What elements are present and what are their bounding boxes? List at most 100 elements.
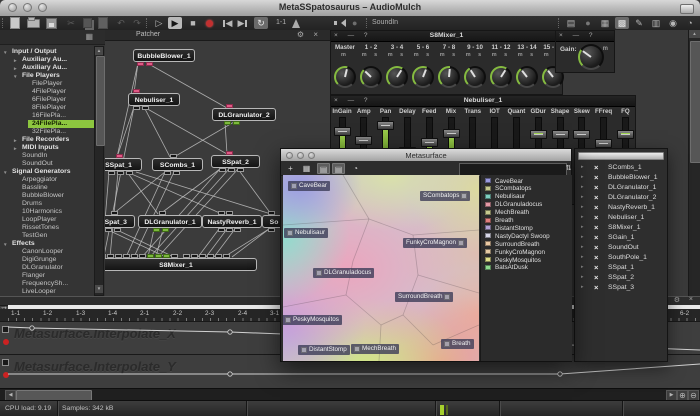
remove-icon[interactable]: ×	[594, 273, 598, 282]
palette-item-signal-generators[interactable]: ▾Signal Generators	[0, 168, 104, 176]
output-port[interactable]	[226, 228, 233, 232]
output-port[interactable]	[126, 171, 133, 175]
snapshot-region-distantstomp[interactable]: DistantStomp	[298, 345, 350, 355]
snapshot-list-item-scombatops[interactable]: SCombatops	[481, 185, 572, 193]
patcher-settings-icon[interactable]: ⚙	[297, 30, 304, 40]
expand-icon[interactable]: ▸	[581, 204, 584, 210]
palette-item-10harmonics[interactable]: 10Harmonics	[0, 208, 106, 216]
view-toggle-2-icon[interactable]: ▦	[598, 17, 612, 29]
expand-icon[interactable]: ▸	[581, 164, 584, 170]
expand-icon[interactable]: ▸	[581, 224, 584, 230]
input-port[interactable]	[163, 254, 170, 258]
mixer-knob-5[interactable]	[464, 66, 486, 88]
input-port[interactable]	[207, 254, 214, 258]
input-port[interactable]	[223, 254, 230, 258]
output-port[interactable]	[105, 228, 112, 232]
properties-scrollbar[interactable]: ▲	[688, 30, 700, 296]
palette-item-midi-inputs[interactable]: ▸MIDI Inputs	[0, 144, 106, 152]
input-port[interactable]	[107, 254, 114, 258]
play-from-cursor-button[interactable]: ▷	[152, 17, 166, 29]
palette-view-icon[interactable]: ▦	[85, 32, 93, 41]
mixer-knob-2[interactable]	[386, 66, 408, 88]
expand-icon[interactable]: ▸	[581, 264, 584, 270]
remove-icon[interactable]: ×	[594, 253, 598, 262]
contraption-item-dlgranulator_2[interactable]: ▸×DLGranulator_2	[575, 192, 667, 202]
scroll-up-icon[interactable]: ▲	[689, 30, 700, 38]
snapshot-region-scombatops[interactable]: SCombatops	[420, 191, 470, 201]
input-port[interactable]	[105, 254, 106, 258]
mixer-knob-7[interactable]	[516, 66, 538, 88]
palette-item-canonlooper[interactable]: CanonLooper	[0, 248, 106, 256]
output-port[interactable]	[142, 106, 149, 110]
input-port[interactable]	[155, 254, 162, 258]
input-port[interactable]	[183, 254, 190, 258]
gain-mute-button[interactable]: m	[603, 46, 608, 52]
snapshot-region-peskymosquitos[interactable]: PeskyMosquitos	[283, 315, 342, 325]
mixer-knob-3[interactable]	[412, 66, 434, 88]
add-snapshot-icon[interactable]: +	[284, 163, 297, 174]
palette-item-24filepla-[interactable]: 24FilePla...	[28, 120, 96, 128]
input-port[interactable]	[226, 151, 233, 155]
view-toggle-6-icon[interactable]: ◉	[666, 17, 680, 29]
contraption-item-nastyreverb_1[interactable]: ▸×NastyReverb_1	[575, 202, 667, 212]
expand-icon[interactable]: ▸	[581, 274, 584, 280]
palette-item-bubbleblower[interactable]: BubbleBlower	[0, 192, 106, 200]
remove-icon[interactable]: ×	[594, 283, 598, 292]
input-port[interactable]	[191, 254, 198, 258]
slider-thumb[interactable]	[530, 130, 547, 139]
contraption-item-sspat_3[interactable]: ▸×SSpat_3	[575, 282, 667, 292]
output-port[interactable]	[108, 171, 115, 175]
input-port[interactable]	[170, 154, 177, 158]
output-port[interactable]	[228, 168, 235, 172]
contraption-item-sspat_1[interactable]: ▸×SSpat_1	[575, 262, 667, 272]
patcher-node-bubbleblower_1[interactable]: BubbleBlower_1	[133, 49, 195, 62]
stop-button[interactable]: ■	[186, 17, 200, 29]
patcher-node-nebuliser_1[interactable]: Nebuliser_1	[128, 93, 180, 106]
output-port[interactable]	[153, 228, 160, 232]
remove-icon[interactable]: ×	[594, 263, 598, 272]
slider-thumb[interactable]	[573, 130, 590, 139]
snapshot-list-item-peskymosquitos[interactable]: PeskyMosquitos	[481, 256, 572, 264]
sort-icon[interactable]: ⇅	[562, 163, 575, 174]
expand-icon[interactable]: ▸	[581, 284, 584, 290]
output-port[interactable]	[146, 62, 153, 66]
palette-item-32filepla-[interactable]: 32FilePla...	[0, 128, 106, 136]
contraption-list-header[interactable]	[578, 152, 664, 160]
palette-item-testgen[interactable]: TestGen	[0, 232, 106, 240]
titlebar-widget-button[interactable]	[680, 4, 694, 14]
scrollbar-thumb[interactable]	[690, 41, 700, 163]
palette-item-4fileplayer[interactable]: 4FilePlayer	[0, 88, 106, 96]
gain-titlebar[interactable]: × — ?	[556, 31, 614, 42]
contraption-item-sspat_2[interactable]: ▸×SSpat_2	[575, 272, 667, 282]
palette-item-8fileplayer[interactable]: 8FilePlayer	[0, 104, 106, 112]
snapshot-region-dlgranuladocus[interactable]: DLGranuladocus	[313, 268, 374, 278]
new-document-icon[interactable]	[8, 17, 22, 29]
remove-icon[interactable]: ×	[594, 193, 598, 202]
output-port[interactable]	[173, 171, 180, 175]
snapshot-list-item-nastydactyl-swoop[interactable]: NastyDactyl Swoop	[481, 232, 572, 240]
contraption-item-s8mixer_1[interactable]: ▸×S8Mixer_1	[575, 222, 667, 232]
palette-item-loopplayer[interactable]: LoopPlayer	[0, 216, 106, 224]
toolbar-drag-handle[interactable]	[146, 18, 149, 28]
list-view-icon[interactable]: ▤	[317, 163, 330, 174]
play-button[interactable]: ▶	[168, 17, 182, 29]
output-port[interactable]	[234, 228, 241, 232]
metasurface-canvas[interactable]: CaveBear SCombatops Nebulisaur FunkyCroMagn…	[283, 175, 479, 361]
expand-icon[interactable]: ▸	[581, 194, 584, 200]
snapshot-region-funkycromagnon[interactable]: FunkyCroMagnon	[403, 238, 467, 248]
patcher-node-dlgranulator_2[interactable]: DLGranulator_2	[212, 108, 276, 121]
network-icon[interactable]: ●	[352, 17, 357, 29]
snapshot-region-mechbreath[interactable]: MechBreath	[351, 344, 399, 354]
remove-icon[interactable]: ×	[594, 163, 598, 172]
input-port[interactable]	[131, 254, 138, 258]
scroll-down-icon[interactable]: ▼	[95, 285, 103, 293]
snapshot-region-nebulisaur[interactable]: Nebulisaur	[284, 228, 328, 238]
save-document-icon[interactable]	[44, 17, 58, 29]
contraption-item-nebuliser_1[interactable]: ▸×Nebuliser_1	[575, 212, 667, 222]
patcher-close-icon[interactable]: ×	[313, 30, 318, 40]
input-port[interactable]	[115, 254, 122, 258]
palette-item-16filepla-[interactable]: 16FilePla...	[0, 112, 106, 120]
history-icon[interactable]: ◔	[349, 163, 362, 174]
snapshot-region-cavebear[interactable]: CaveBear	[288, 181, 330, 191]
speaker-button[interactable]	[334, 17, 348, 29]
